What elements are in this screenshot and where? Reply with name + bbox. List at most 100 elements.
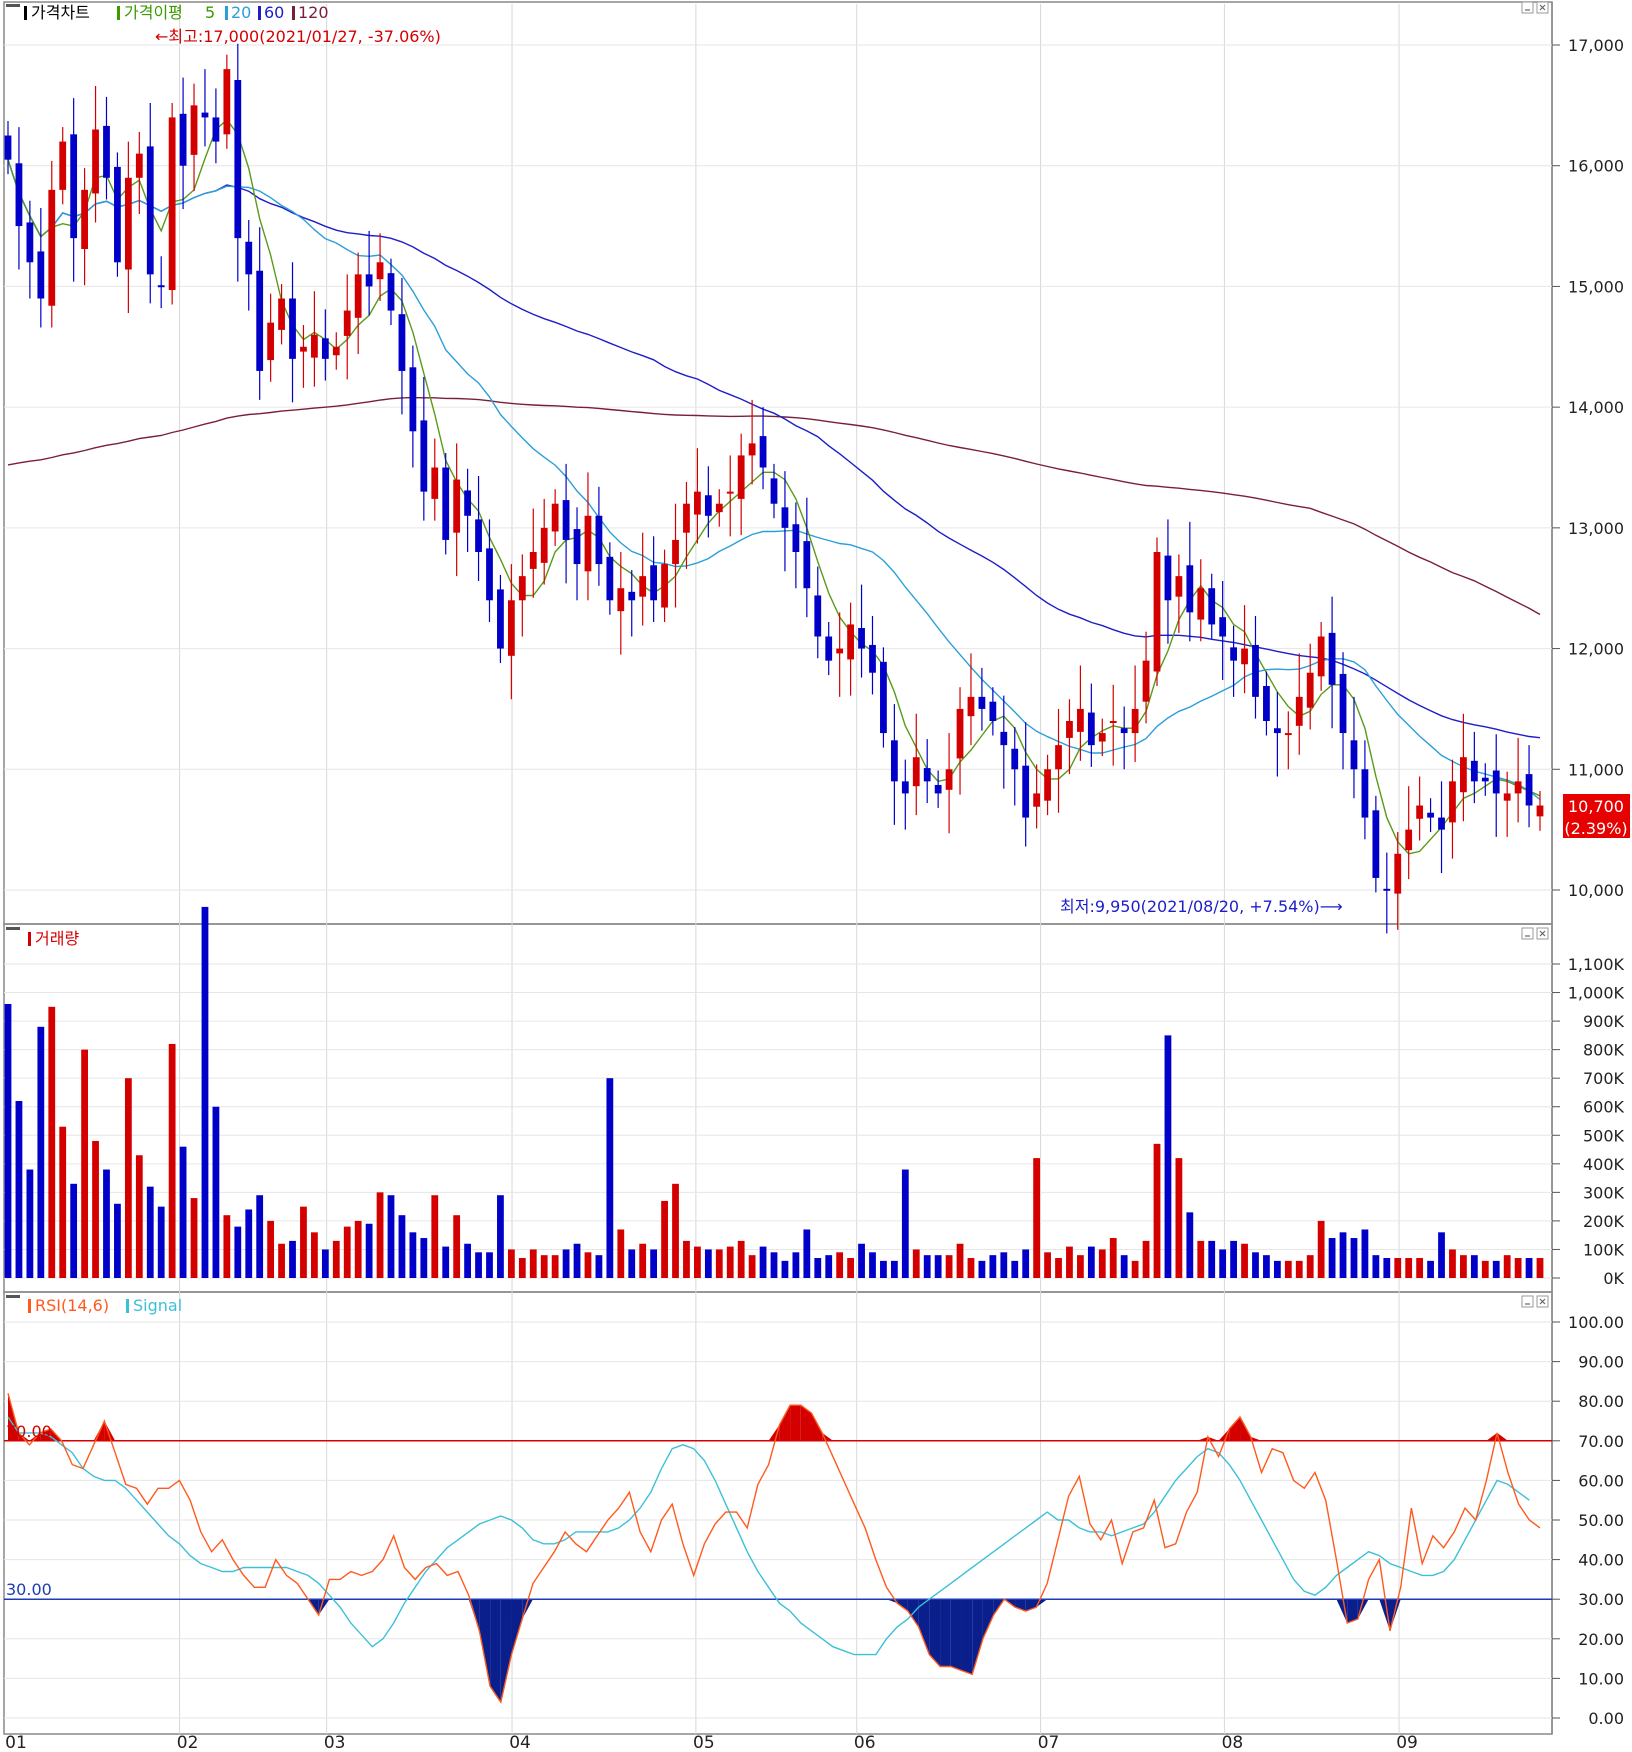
volume-bar [114,1203,121,1278]
candle-body [1481,777,1489,782]
candle-body [1011,748,1019,770]
volume-y-axis: 1,100K 1,000K 900K 800K 700K 600K 500K 400K 300K… [1552,955,1625,1288]
volume-bar [475,1252,482,1278]
volume-bar [300,1206,307,1278]
volume-bar [1427,1260,1434,1278]
price-tick-label: 13,000 [1568,519,1624,538]
candle-body [1427,812,1434,818]
oversold-fill [490,1599,501,1703]
candle-body [48,189,56,306]
volume-bar [737,1240,745,1278]
volume-legend: 거래량 [35,929,79,948]
candle-body [103,125,110,178]
volume-bar [573,1243,581,1278]
signal-legend: Signal [133,1296,182,1315]
oversold-fill [318,1599,330,1616]
rsi-tick-label: 20.00 [1578,1630,1624,1649]
volume-bar [464,1243,471,1278]
volume-bar [1241,1243,1248,1278]
legend-ma60: 60 [264,3,284,22]
price-tick-label: 15,000 [1568,277,1624,296]
legend-ma-title: 가격이평 [124,3,183,22]
rsi-tick-label: 70.00 [1578,1432,1624,1451]
candle-body [1525,774,1533,806]
volume-tick-label: 500K [1583,1126,1625,1145]
volume-bar [617,1229,625,1278]
volume-bar [978,1260,986,1278]
candle-body [168,117,176,291]
volume-bar [507,1249,515,1278]
volume-bar [792,1252,800,1278]
price-panel-controls[interactable] [1521,1,1549,14]
candle-body [1208,588,1216,625]
candle-body [59,141,67,190]
candle-body [1186,565,1194,613]
candlesticks [4,43,1544,934]
candle-body [289,298,296,359]
candle-body [354,274,362,318]
stock-chart: 가격차트 가격이평 5 20 60 120 ←최고:17,000(2021/01… [3,1,1630,1752]
volume-bar [1361,1229,1369,1278]
volume-bar [529,1249,537,1278]
volume-bar [770,1252,778,1278]
candle-body [475,519,482,552]
candle-body [81,189,88,250]
volume-bar [420,1238,428,1278]
rsi-panel-controls[interactable] [1521,1295,1549,1308]
volume-bar [1536,1258,1544,1278]
candle-body [814,595,822,637]
candle-body [1339,673,1347,734]
candle-body [704,495,712,516]
volume-bar [321,1249,329,1278]
candle-body [573,529,581,565]
candle-body [1438,817,1445,830]
candle-body [1460,757,1467,793]
volume-bar [289,1240,296,1278]
minimize-icon[interactable] [1521,1,1534,14]
candle-body [989,701,997,721]
candle-body [847,624,854,660]
candle-body [683,503,690,533]
minimize-icon[interactable] [1521,927,1534,940]
candle-body [726,491,734,494]
volume-tick-label: 900K [1583,1012,1625,1031]
volume-panel-controls[interactable] [1521,927,1549,940]
vertical-grid [179,4,1400,1734]
volume-bar [201,906,209,1278]
oversold-fill [972,1599,983,1675]
candle-body [934,784,942,794]
volume-tick-label: 300K [1583,1183,1625,1202]
candle-body [890,740,898,782]
candle-body [1449,781,1456,823]
volume-bar [103,1169,110,1278]
volume-bar [343,1226,351,1278]
volume-tick-label: 200K [1583,1212,1625,1231]
candle-body [792,524,800,552]
current-price-badge: 10,700 (2.39%) [1563,794,1630,838]
price-legend: 가격차트 가격이평 5 20 60 120 [6,3,329,22]
volume-bar [81,1049,88,1278]
volume-bar [1284,1260,1292,1278]
candle-body [442,467,450,540]
minimize-icon[interactable] [1521,1295,1534,1308]
candle-body [901,781,909,794]
volume-bar [453,1215,461,1278]
candle-body [1175,576,1183,597]
rsi-tick-label: 40.00 [1578,1551,1624,1570]
candle-body [672,539,679,565]
oversold-fill [1379,1599,1391,1631]
candle-body [1087,712,1095,746]
volume-bar [1503,1255,1511,1278]
volume-bar [70,1183,78,1278]
candle-body [1273,728,1281,734]
volume-bar [37,1026,45,1278]
volume-bar [15,1101,23,1278]
candle-body [803,541,811,589]
candle-body [562,500,570,540]
volume-bar [1263,1255,1270,1278]
candle-body [869,644,876,673]
volume-bar [311,1232,318,1278]
overbought-fill [1229,1417,1241,1441]
candle-body [1295,696,1303,726]
oversold-fill [918,1599,930,1655]
